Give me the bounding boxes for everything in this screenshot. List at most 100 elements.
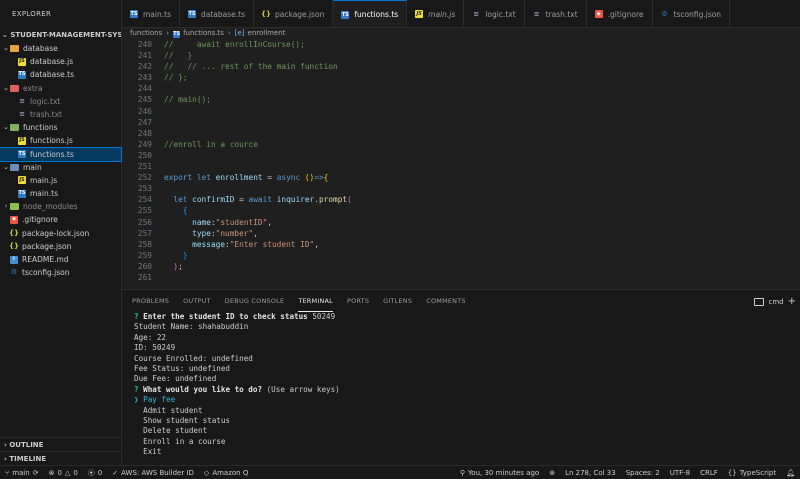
code-line: 254 let confirmID = await inquirer.promp… — [122, 194, 800, 205]
editor-tab[interactable]: {} package.json — [254, 0, 334, 27]
terminal-shell-label[interactable]: cmd — [768, 298, 783, 306]
error-icon: ⊗ — [48, 468, 55, 477]
code-token: , — [253, 228, 258, 238]
timeline-section[interactable]: › TIMELINE — [0, 451, 122, 465]
line-number: 251 — [137, 162, 152, 172]
panel-tab[interactable]: PORTS — [347, 290, 369, 312]
new-terminal-button[interactable]: + — [788, 296, 796, 307]
text-file-icon: ≡ — [19, 109, 25, 118]
line-number: 254 — [137, 195, 152, 205]
amazonq-indicator[interactable]: ◇ Amazon Q — [199, 469, 253, 477]
terminal-text: Enter the student ID to check status — [143, 312, 313, 321]
cursor-position[interactable]: Ln 278, Col 33 — [560, 469, 621, 477]
code-token: , — [267, 217, 272, 227]
tree-item[interactable]: ≡ logic.txt — [0, 95, 121, 108]
info-icon: i — [10, 255, 18, 264]
tree-item[interactable]: ◆ .gitignore — [0, 213, 121, 226]
indentation[interactable]: Spaces: 2 — [621, 469, 665, 477]
folder-icon — [10, 163, 19, 171]
tree-item[interactable]: ≡ trash.txt — [0, 108, 121, 121]
encoding[interactable]: UTF-8 — [665, 469, 695, 477]
panel-tab[interactable]: DEBUG CONSOLE — [225, 290, 285, 312]
editor-tab[interactable]: ◆ .gitignore — [587, 0, 653, 27]
project-header[interactable]: ⌄ STUDENT-MANAGEMENT-SYST... — [0, 28, 121, 42]
code-token: message — [164, 239, 226, 249]
editor-tab[interactable]: ≡ logic.txt — [464, 0, 525, 27]
ports-indicator[interactable]: ⦿ 0 — [83, 468, 107, 478]
tree-item[interactable]: {} package-lock.json — [0, 227, 121, 240]
editor-tab[interactable]: TS functions.ts — [333, 0, 408, 27]
terminal-text: Exit — [134, 447, 162, 457]
tree-item[interactable]: ⌄ database — [0, 42, 121, 55]
panel-tab[interactable]: GITLENS — [383, 290, 412, 312]
line-number: 247 — [137, 117, 152, 127]
panel-tab[interactable]: PROBLEMS — [132, 290, 169, 312]
terminal-output[interactable]: ? Enter the student ID to check status 5… — [122, 312, 800, 457]
code-token: type — [164, 228, 211, 238]
tree-item[interactable]: ⌄ main — [0, 161, 121, 174]
outline-section[interactable]: › OUTLINE — [0, 437, 122, 451]
code-line: 251 — [122, 161, 800, 172]
tree-item[interactable]: ⌄ functions — [0, 121, 121, 134]
terminal-line: ? What would you like to do? (Use arrow … — [134, 385, 800, 395]
tsconfig-file-icon: ⚙ — [661, 10, 668, 18]
tree-item-label: database.js — [30, 57, 74, 67]
breadcrumb-separator-icon: › — [227, 29, 231, 37]
json-file-icon: {} — [9, 241, 19, 250]
code-token: = — [262, 173, 277, 183]
code-line: 249 //enroll in a cource — [122, 139, 800, 150]
panel-tab[interactable]: OUTPUT — [183, 290, 211, 312]
tree-item[interactable]: TS database.ts — [0, 68, 121, 81]
terminal-text: ❯ Pay fee — [134, 395, 176, 405]
typescript-file-icon: TS — [18, 150, 26, 159]
tree-item[interactable]: JS functions.js — [0, 134, 121, 147]
javascript-file-icon: JS — [18, 57, 26, 66]
branch-indicator[interactable]: ⑂ main ⟳ — [0, 469, 44, 477]
terminal-line: Exit — [134, 447, 800, 457]
outline-label: OUTLINE — [9, 441, 44, 449]
panel-tab[interactable]: COMMENTS — [426, 290, 466, 312]
code-text: name:"studentID", — [164, 217, 272, 228]
error-count: 0 — [57, 468, 62, 477]
git-file-icon: ◆ — [10, 216, 18, 225]
line-ending[interactable]: CRLF — [695, 469, 723, 477]
breadcrumb-symbol[interactable]: enrollment — [248, 29, 286, 37]
code-line: 242 // // ... rest of the main function — [122, 61, 800, 72]
warning-icon: △ — [64, 468, 71, 477]
check-icon: ✓ — [112, 468, 119, 477]
broadcast-icon: ⦿ — [87, 468, 95, 477]
problems-indicator[interactable]: ⊗ 0 △ 0 — [44, 469, 83, 477]
code-line: 256 name:"studentID", — [122, 217, 800, 228]
breadcrumb-file[interactable]: functions.ts — [183, 29, 224, 37]
chevron-down-icon: ⌄ — [3, 123, 9, 132]
tree-item[interactable]: TS main.ts — [0, 187, 121, 200]
tree-item[interactable]: i README.md — [0, 253, 121, 266]
live-share-icon[interactable]: ⊕ — [544, 469, 560, 477]
code-token: name — [164, 217, 211, 227]
tree-item[interactable]: › node_modules — [0, 200, 121, 213]
terminal-line: ? Enter the student ID to check status 5… — [134, 312, 800, 322]
line-number: 257 — [137, 228, 152, 238]
notifications-icon[interactable]: 🔔︎ — [781, 469, 800, 477]
code-token: => — [314, 173, 324, 183]
editor-tab[interactable]: ⚙ tsconfig.json — [653, 0, 731, 27]
line-number: 258 — [137, 239, 152, 249]
editor-tab[interactable]: JS main.js — [407, 0, 465, 27]
tree-item[interactable]: ⌄ extra — [0, 82, 121, 95]
editor-tab[interactable]: TS database.ts — [180, 0, 254, 27]
tree-item[interactable]: TS functions.ts — [0, 146, 122, 162]
tree-item[interactable]: JS main.js — [0, 174, 121, 187]
tree-item[interactable]: {} package.json — [0, 240, 121, 253]
aws-indicator[interactable]: ✓ AWS: AWS Builder ID — [107, 469, 199, 477]
tree-item[interactable]: JS database.js — [0, 55, 121, 68]
code-token: // // ... rest of the main function — [164, 62, 338, 72]
editor-tab[interactable]: ≡ trash.txt — [525, 0, 587, 27]
code-editor[interactable]: 240 // await enrollInCourse(); 241 // } 242 /… — [122, 39, 800, 289]
language-mode[interactable]: {} TypeScript — [723, 469, 781, 477]
tree-item[interactable]: ⚙ tsconfig.json — [0, 266, 121, 279]
git-blame-indicator[interactable]: ⚲ You, 30 minutes ago — [455, 469, 544, 477]
editor-tab[interactable]: TS main.ts — [122, 0, 180, 27]
breadcrumb-folder[interactable]: functions — [130, 29, 162, 37]
code-line: 244 — [122, 83, 800, 94]
panel-tab[interactable]: TERMINAL — [298, 290, 333, 312]
